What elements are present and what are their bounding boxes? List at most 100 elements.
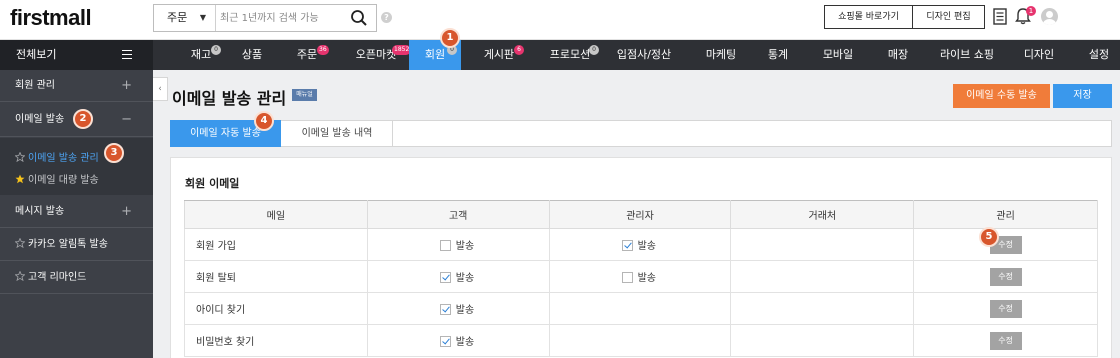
sidebar-collapse-button[interactable]: ‹ [153,77,168,101]
mail-name: 회원 탈퇴 [184,260,368,293]
sidebar-submenu-email: 이메일 발송 관리 이메일 대량 발송 [0,138,153,195]
star-outline-icon [15,152,25,162]
sidebar-item-kakao[interactable]: 카카오 알림톡 발송 [0,229,153,261]
vendor-cell [730,228,915,261]
nav-item-label: 라이브 쇼핑 [939,48,995,61]
nav-item-stats[interactable]: 통계 [758,40,798,70]
admin-cell: 발송 [548,260,732,293]
customer-send-checkbox[interactable] [439,304,451,315]
top-header: firstmall 주문 ▼ ? 쇼핑몰 바로가기 디자인 편집 1 [0,0,1120,40]
minus-icon: − [121,112,132,127]
nav-item-settings[interactable]: 설정 [1080,40,1118,70]
star-outline-icon [15,238,25,248]
sidebar-item-remind[interactable]: 고객 리마인드 [0,262,153,294]
edit-button[interactable]: 수정 [989,299,1022,318]
checkbox-label: 발송 [455,337,475,348]
search-input[interactable] [220,5,340,31]
step-marker-1: 1 [440,28,460,48]
nav-item-design[interactable]: 디자인 [1016,40,1062,70]
sidebar-section-label: 메시지 발송 [15,206,65,217]
mail-name: 회원 가입 [184,228,368,261]
sidebar-section-message[interactable]: 메시지 발송 + [0,196,153,228]
mail-name: 비밀번호 찾기 [184,324,368,357]
table-header-row: 메일 고객 관리자 거래처 관리 [184,200,1098,229]
help-icon[interactable]: ? [381,12,392,23]
plus-icon: + [121,204,132,219]
search-icon[interactable] [350,9,368,27]
tab-send-history[interactable]: 이메일 발송 내역 [282,120,393,147]
shop-shortcut-button[interactable]: 쇼핑몰 바로가기 [824,5,913,29]
sidebar-item-email-manage[interactable]: 이메일 발송 관리 [15,149,99,164]
sidebar-item-email-bulk[interactable]: 이메일 대량 발송 [15,171,99,186]
table-row: 아이디 찾기 발송 수정 [184,292,1098,325]
col-header-manage: 관리 [913,200,1098,229]
nav-item-label: 회원 [424,48,446,61]
admin-send-checkbox[interactable] [621,240,633,251]
nav-item-board[interactable]: 게시판 6 [474,40,524,70]
checkbox-label: 발송 [455,305,475,316]
admin-cell [548,292,732,325]
search-category-select[interactable]: 주문 ▼ [154,5,216,31]
nav-item-stock[interactable]: 재고 0 [175,40,227,70]
admin-cell: 발송 [548,228,732,261]
plus-icon: + [121,78,132,93]
nav-item-label: 주문 [296,48,318,61]
edit-button[interactable]: 수정 [989,267,1022,286]
nav-item-openmarket[interactable]: 오픈마켓 1852 [346,40,412,70]
logo[interactable]: firstmall [10,5,92,31]
manage-cell: 수정 [913,324,1098,357]
section-title: 회원 이메일 [185,177,240,190]
save-button[interactable]: 저장 [1053,84,1112,108]
content-panel: 회원 이메일 메일 고객 관리자 거래처 관리 회원 가입 발송 발송 수정 회… [170,157,1112,358]
manage-cell: 수정 [913,292,1098,325]
nav-item-vendor[interactable]: 입점사/정산 [614,40,674,70]
nav-item-label: 마케팅 [705,48,737,61]
manual-send-button[interactable]: 이메일 수동 발송 [953,84,1050,108]
edit-button[interactable]: 수정 [989,331,1022,350]
col-header-mail: 메일 [184,200,368,229]
sidebar-item-label: 이메일 발송 관리 [28,153,99,164]
hamburger-icon [122,50,132,59]
sidebar-item-label: 고객 리마인드 [28,272,87,283]
step-marker-2: 2 [73,109,93,129]
table-row: 회원 가입 발송 발송 수정 [184,228,1098,261]
nav-item-live-shopping[interactable]: 라이브 쇼핑 [934,40,1000,70]
nav-item-label: 상품 [241,48,263,61]
email-table: 메일 고객 관리자 거래처 관리 회원 가입 발송 발송 수정 회원 탈퇴 발송… [184,200,1098,357]
vendor-cell [730,324,915,357]
document-icon[interactable] [993,8,1007,25]
nav-item-label: 게시판 [483,48,515,61]
page-title: 이메일 발송 관리 [172,89,287,108]
customer-send-checkbox[interactable] [439,240,451,251]
avatar[interactable] [1041,8,1058,25]
checkbox-label: 발송 [637,273,657,284]
chevron-down-icon: ▼ [199,13,206,22]
sidebar-item-label: 이메일 대량 발송 [28,175,99,186]
nav-all-menu[interactable]: 전체보기 [0,40,153,70]
mail-name: 아이디 찾기 [184,292,368,325]
star-filled-icon [15,174,25,184]
notification-badge: 1 [1026,6,1036,16]
design-edit-button[interactable]: 디자인 편집 [913,5,985,29]
nav-item-store[interactable]: 매장 [880,40,916,70]
sidebar-section-member[interactable]: 회원 관리 + [0,70,153,102]
customer-send-checkbox[interactable] [439,336,451,347]
manual-badge[interactable]: 매뉴얼 [292,89,317,101]
nav-item-product[interactable]: 상품 [231,40,273,70]
nav-item-order[interactable]: 주문 36 [284,40,330,70]
table-row: 비밀번호 찾기 발송 수정 [184,324,1098,357]
nav-item-label: 모바일 [822,48,854,61]
nav-badge: 0 [589,45,599,55]
nav-item-promotion[interactable]: 프로모션 0 [540,40,600,70]
nav-item-mobile[interactable]: 모바일 [815,40,861,70]
nav-item-label: 재고 [190,48,212,61]
customer-send-checkbox[interactable] [439,272,451,283]
search-box: 주문 ▼ [153,4,377,32]
step-marker-5: 5 [979,227,999,247]
sidebar-section-label: 회원 관리 [15,80,55,91]
tab-bar: 이메일 자동 발송 이메일 발송 내역 [170,120,1112,147]
manage-cell: 수정 [913,228,1098,261]
admin-send-checkbox[interactable] [621,272,633,283]
customer-cell: 발송 [366,324,550,357]
nav-item-marketing[interactable]: 마케팅 [695,40,747,70]
